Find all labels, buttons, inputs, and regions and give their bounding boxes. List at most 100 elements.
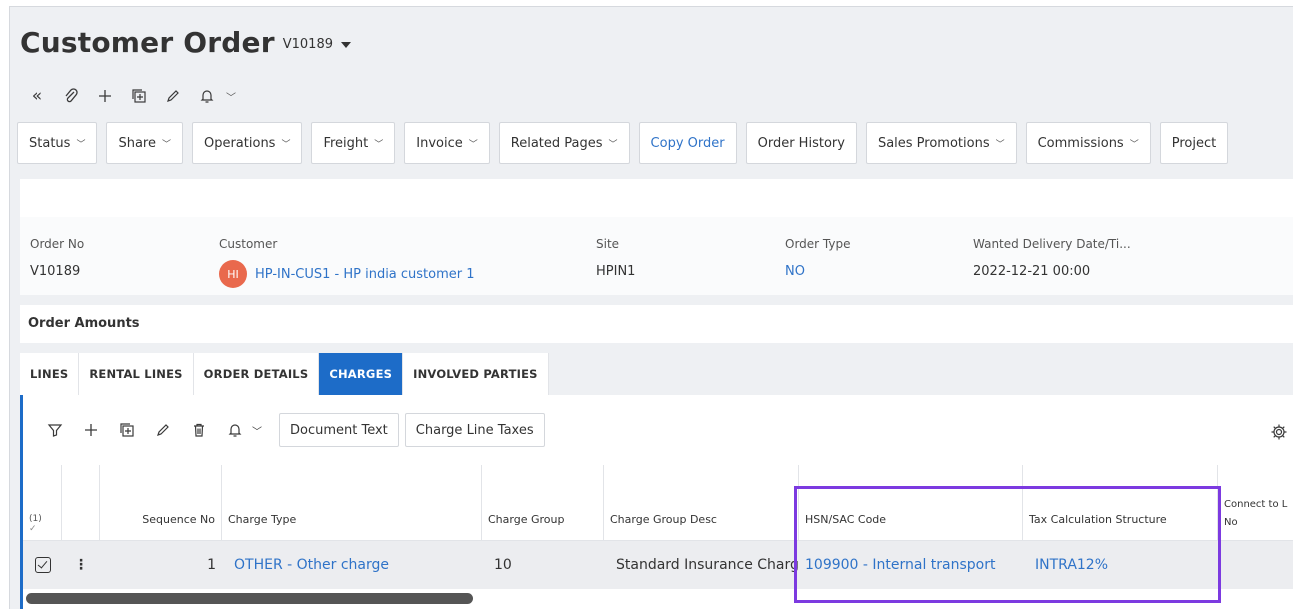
command-label: Operations (203, 135, 276, 151)
wanted-delivery-field: Wanted Delivery Date/Ti... 2022-12-21 00… (973, 237, 1131, 279)
order-type-field: Order Type NO (785, 237, 850, 279)
command-operations-button[interactable]: Operations ﹀ (191, 122, 303, 164)
customer-link[interactable]: HP-IN-CUS1 - HP india customer 1 (255, 267, 475, 282)
bell-icon[interactable] (221, 416, 249, 444)
caret-down-icon[interactable] (341, 42, 351, 48)
cell-charge-type[interactable]: OTHER - Other charge (222, 541, 482, 589)
checkbox-checked-icon[interactable] (34, 557, 51, 573)
row-more-menu-icon[interactable]: ⋮ (62, 541, 100, 589)
collapse-left-icon[interactable]: « (20, 83, 54, 109)
check-small-icon: ✓ (29, 524, 37, 534)
column-header-charge-group-desc[interactable]: Charge Group Desc (604, 465, 799, 541)
cell-hsn-sac-code[interactable]: 109900 - Internal transport (799, 541, 1023, 589)
command-bar: Status ﹀ Share ﹀ Operations ﹀ Freight ﹀ Invoice ﹀… (17, 122, 1237, 166)
page-title: Customer Order (20, 26, 275, 59)
chevron-down-icon: ﹀ (374, 139, 384, 150)
column-header-hsn-sac-code[interactable]: HSN/SAC Code (799, 465, 1023, 541)
chevron-down-icon[interactable]: ﹀ (249, 416, 265, 444)
column-header-charge-type[interactable]: Charge Type (222, 465, 482, 541)
charge-line-taxes-button[interactable]: Charge Line Taxes (404, 413, 545, 447)
chevron-down-icon[interactable]: ﹀ (214, 83, 248, 109)
wanted-delivery-value: 2022-12-21 00:00 (973, 264, 1091, 279)
tab-rental-lines[interactable]: RENTAL LINES (79, 353, 194, 395)
site-field: Site HPIN1 (596, 237, 635, 279)
order-type-value[interactable]: NO (785, 264, 850, 279)
edit-icon[interactable] (149, 416, 177, 444)
chevron-down-icon: ﹀ (161, 139, 171, 150)
command-label: Commissions (1037, 135, 1124, 151)
duplicate-icon[interactable] (113, 416, 141, 444)
settings-gear-icon[interactable] (1270, 423, 1288, 441)
order-amounts-section[interactable]: Order Amounts (20, 305, 1293, 343)
order-header-card: Order No V10189 Customer HI HP-IN-CUS1 -… (20, 217, 1293, 295)
edit-icon[interactable] (156, 83, 190, 109)
command-label: Sales Promotions (877, 135, 990, 151)
site-value: HPIN1 (596, 264, 636, 279)
filter-icon[interactable] (41, 416, 69, 444)
command-share-button[interactable]: Share ﹀ (106, 122, 183, 164)
chevron-down-icon: ﹀ (995, 139, 1005, 150)
command-project-button[interactable]: Project (1159, 122, 1229, 164)
select-all-header[interactable]: (1) ✓ (23, 465, 62, 541)
command-label: Freight (323, 135, 369, 151)
cell-charge-group-desc: Standard Insurance Charg (616, 557, 799, 573)
command-label: Project (1171, 135, 1217, 151)
customer-value[interactable]: HI HP-IN-CUS1 - HP india customer 1 (219, 260, 475, 288)
connect-to-label-2: No (1224, 517, 1238, 528)
command-related-pages-button[interactable]: Related Pages ﹀ (498, 122, 630, 164)
cell-sequence-no: 1 (207, 557, 216, 573)
attachment-icon[interactable] (54, 83, 88, 109)
charges-table: (1) ✓ Sequence No Charge Type Charge Gro… (23, 465, 1293, 609)
row-checkbox[interactable] (23, 541, 62, 589)
column-header-charge-group[interactable]: Charge Group (482, 465, 604, 541)
duplicate-icon[interactable] (122, 83, 156, 109)
connect-to-label-1: Connect to L (1224, 499, 1288, 510)
command-freight-button[interactable]: Freight ﹀ (311, 122, 396, 164)
cell-charge-group: 10 (494, 557, 512, 573)
tab-lines[interactable]: LINES (20, 353, 80, 395)
command-commissions-button[interactable]: Commissions ﹀ (1025, 122, 1151, 164)
site-label: Site (596, 237, 620, 251)
tab-involved-parties[interactable]: INVOLVED PARTIES (403, 353, 549, 395)
tab-bar: LINES RENTAL LINES ORDER DETAILS CHARGES INV… (20, 353, 549, 395)
order-ref[interactable]: V10189 (283, 37, 333, 52)
selection-count: (1) (29, 514, 42, 524)
charges-panel: ﹀ Document Text Charge Line Taxes (1) ✓ … (20, 395, 1293, 609)
tab-charges[interactable]: CHARGES (319, 353, 404, 395)
column-header-tax-calculation-structure[interactable]: Tax Calculation Structure (1023, 465, 1218, 541)
app-frame: Customer Order V10189 « ﹀ Status ﹀ Share ﹀ O… (9, 6, 1293, 609)
command-order-history-button[interactable]: Order History (745, 122, 857, 164)
column-header-connect-to[interactable]: Connect to L No (1218, 465, 1293, 541)
command-label: Related Pages (510, 135, 603, 151)
page-header: Customer Order V10189 (20, 19, 351, 59)
command-sales-promotions-button[interactable]: Sales Promotions ﹀ (865, 122, 1017, 164)
wanted-delivery-label: Wanted Delivery Date/Ti... (973, 237, 1131, 251)
add-icon[interactable] (88, 83, 122, 109)
command-copy-order-button[interactable]: Copy Order (638, 122, 737, 164)
document-text-button[interactable]: Document Text (279, 413, 399, 447)
tab-order-details[interactable]: ORDER DETAILS (193, 353, 320, 395)
cell-tax-calculation-structure[interactable]: INTRA12% (1023, 541, 1218, 589)
horizontal-scrollbar[interactable] (26, 593, 473, 604)
customer-label: Customer (219, 237, 278, 251)
chevron-down-icon: ﹀ (1129, 139, 1139, 150)
column-header-sequence-no[interactable]: Sequence No (100, 465, 222, 541)
command-invoice-button[interactable]: Invoice ﹀ (404, 122, 490, 164)
delete-icon[interactable] (185, 416, 213, 444)
row-menu-header (62, 465, 100, 541)
command-status-button[interactable]: Status ﹀ (17, 122, 98, 164)
command-label: Copy Order (650, 135, 725, 151)
record-toolbar: « ﹀ (20, 81, 248, 111)
command-label: Order History (757, 135, 845, 151)
order-no-field: Order No V10189 (30, 237, 84, 279)
chevron-down-icon: ﹀ (468, 139, 478, 150)
add-icon[interactable] (77, 416, 105, 444)
order-no-label: Order No (30, 237, 85, 251)
avatar: HI (219, 260, 247, 288)
customer-field: Customer HI HP-IN-CUS1 - HP india custom… (219, 237, 475, 288)
command-label: Invoice (416, 135, 463, 151)
command-label: Status (29, 135, 71, 151)
chevron-down-icon: ﹀ (281, 139, 291, 150)
chevron-down-icon: ﹀ (76, 139, 86, 150)
order-type-label: Order Type (785, 237, 851, 251)
